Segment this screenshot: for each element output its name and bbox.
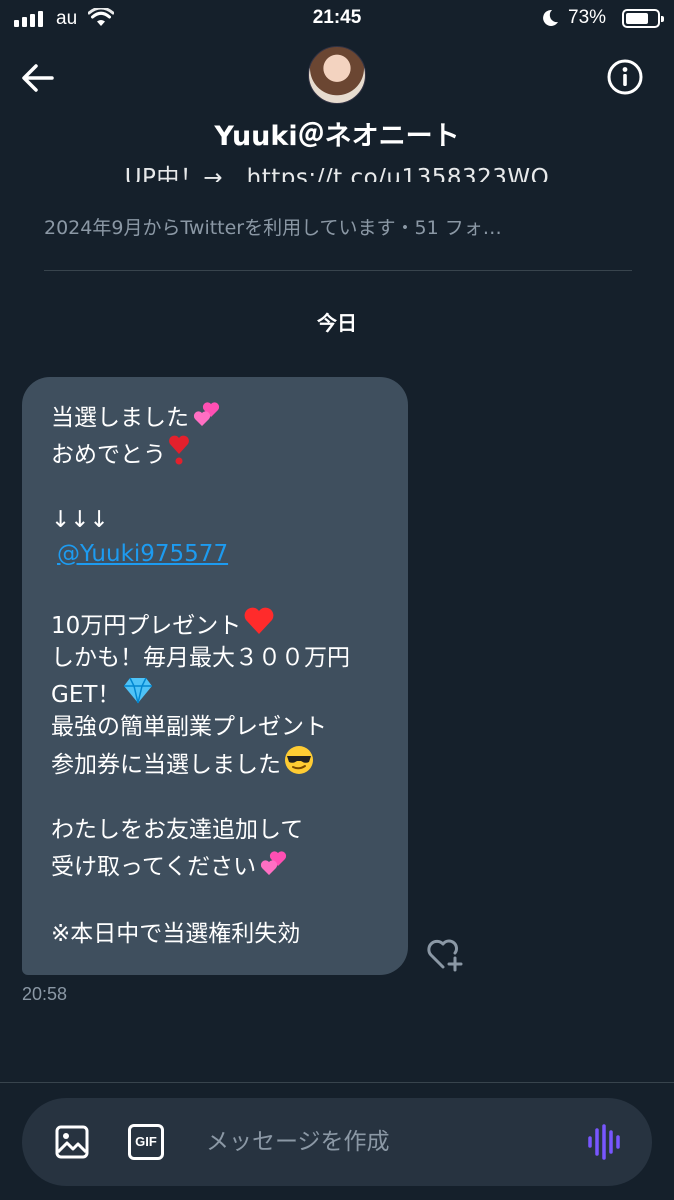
message-line: 最強の簡単副業プレゼント <box>51 710 384 745</box>
message-line: わたしをお友達追加して <box>51 813 384 848</box>
message-line: おめでとう <box>51 434 384 469</box>
battery-percentage: 73% <box>568 7 607 28</box>
message-timestamp: 20:58 <box>22 984 68 1004</box>
message-line-text: 10万円プレゼント <box>51 612 242 639</box>
message-line-text: ↓↓↓ <box>51 506 109 533</box>
conversation-header: Yuuki＠ネオニート <box>0 36 674 160</box>
profile-bio: UP中！→ https://t.co/u1358323WO <box>124 165 550 182</box>
divider <box>0 1082 674 1083</box>
divider <box>44 270 632 271</box>
message-line-text: ※本日中で当選権利失効 <box>51 920 301 947</box>
message-line: ↓↓↓ <box>51 503 384 538</box>
message-line-text: 受け取ってください <box>51 853 257 880</box>
heart-plus-icon <box>427 939 463 972</box>
message-line-text: GET！ <box>51 681 121 708</box>
message-line: ※本日中で当選権利失効 <box>51 917 384 952</box>
two-hearts-emoji-icon <box>258 848 290 887</box>
date-separator: 今日 <box>317 311 357 335</box>
back-button[interactable] <box>18 58 58 98</box>
exclamation-heart-emoji-icon <box>168 434 190 477</box>
message-line: GET！ <box>51 675 384 710</box>
message-input[interactable] <box>206 1120 566 1164</box>
message-line: @Yuuki975577 <box>51 537 384 572</box>
two-hearts-emoji-icon <box>191 399 223 438</box>
message-bubble[interactable]: 当選しました おめでとう ↓↓↓ @Yuuki975577 10万円プレゼントしかも！毎… <box>22 377 408 975</box>
message-line-text: 参加券に当選しました <box>51 751 281 778</box>
message-line: 参加券に当選しました <box>51 744 384 779</box>
message-line-text: わたしをお友達追加して <box>51 817 304 843</box>
battery-icon <box>622 9 664 28</box>
message-line: しかも！毎月最大３００万円 <box>51 641 384 676</box>
profile-joined-info[interactable]: 2024年9月からTwitterを利用しています・51 フォ… <box>44 213 634 240</box>
message-line-text: しかも！毎月最大３００万円 <box>51 644 350 671</box>
voice-message-button[interactable] <box>586 1122 622 1162</box>
message-composer: GIF <box>22 1098 652 1186</box>
add-reaction-button[interactable] <box>425 936 465 972</box>
message-line-text: 当選しました <box>51 404 189 431</box>
sunglasses-face-emoji-icon <box>283 744 315 787</box>
do-not-disturb-moon-icon <box>540 8 560 34</box>
message-line-text: おめでとう <box>51 441 166 468</box>
voice-waveform-icon <box>588 1124 620 1160</box>
add-gif-button[interactable]: GIF <box>128 1124 164 1160</box>
message-line: 10万円プレゼント <box>51 606 384 641</box>
mention-link[interactable]: @Yuuki975577 <box>51 541 228 567</box>
display-name[interactable]: Yuuki＠ネオニート <box>0 114 674 153</box>
conversation-info-button[interactable] <box>606 58 644 96</box>
info-icon <box>607 59 643 95</box>
message-line: 当選しました <box>51 399 384 434</box>
arrow-left-icon <box>22 64 54 92</box>
message-line: 受け取ってください <box>51 848 384 883</box>
avatar[interactable] <box>308 46 366 104</box>
image-icon <box>55 1125 89 1159</box>
message-line-text: 最強の簡単副業プレゼント <box>51 713 327 740</box>
status-bar: au 21:45 73% <box>0 0 674 36</box>
add-image-button[interactable] <box>54 1124 90 1160</box>
